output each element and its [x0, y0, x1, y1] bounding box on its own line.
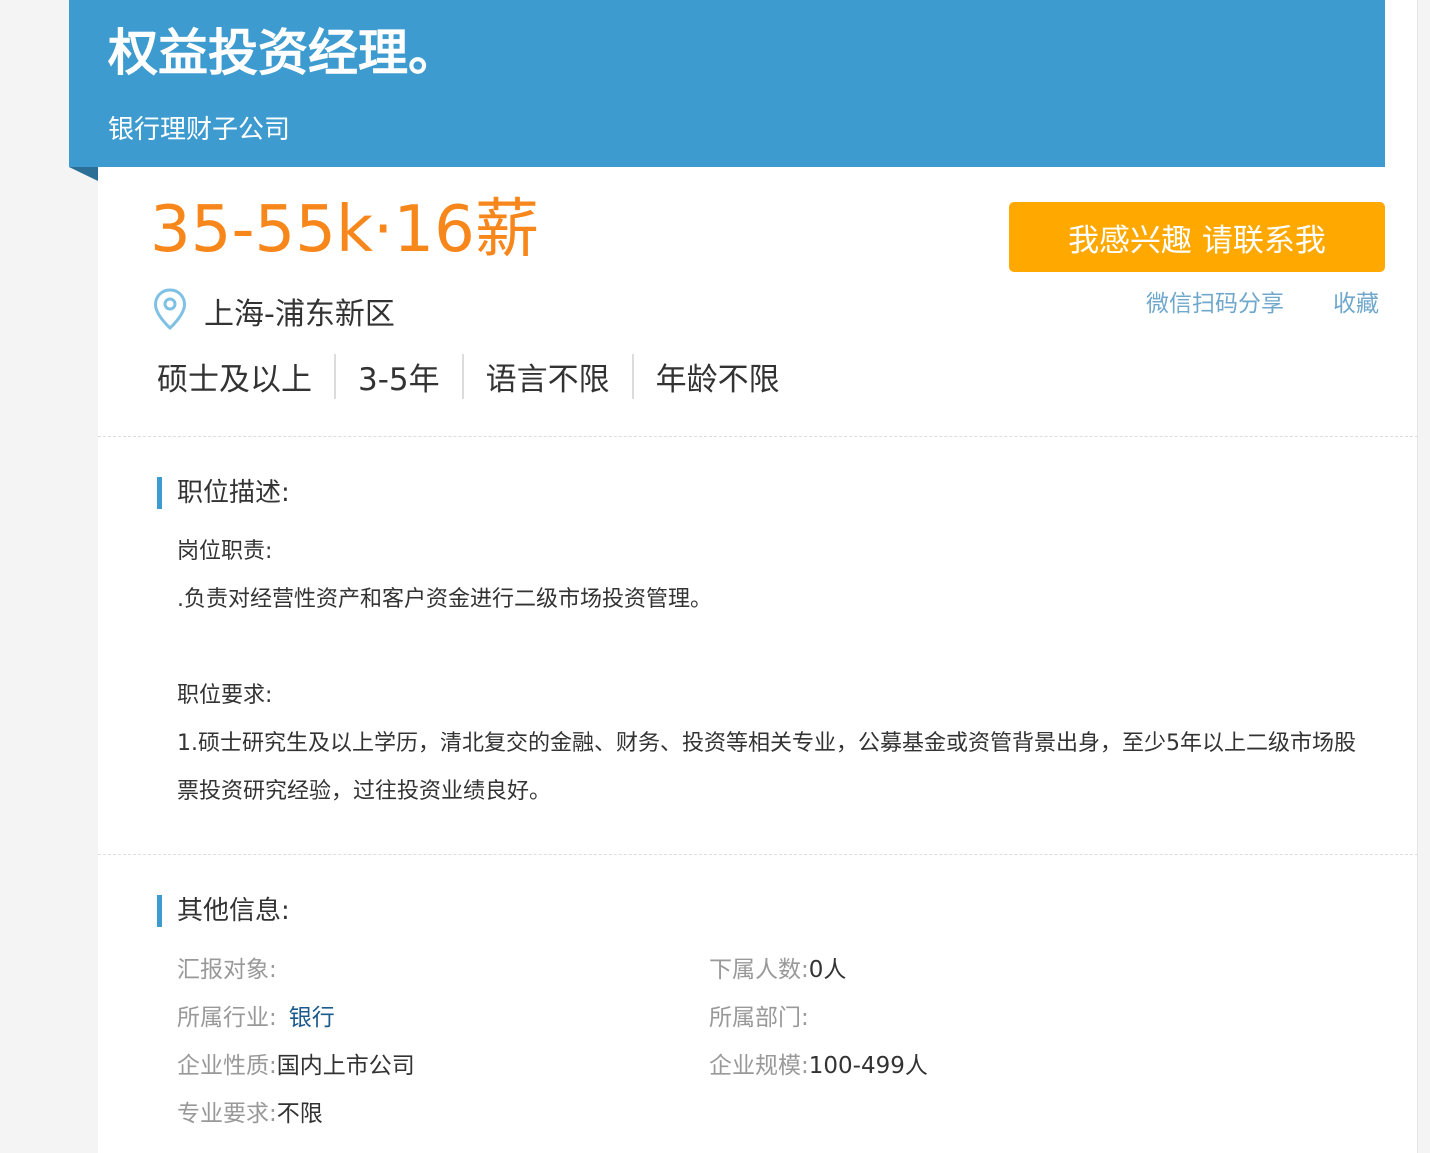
location-text: 上海-浦东新区	[204, 297, 395, 332]
description-line: .负责对经营性资产和客户资金进行二级市场投资管理。	[177, 587, 712, 612]
tag-experience: 3-5年	[334, 353, 462, 399]
industry-label: 所属行业:	[177, 1005, 277, 1031]
tag-language: 语言不限	[461, 353, 632, 399]
salary: 35-55k·16薪	[150, 193, 539, 267]
section-divider	[98, 436, 1418, 437]
industry-link[interactable]: 银行	[289, 1005, 335, 1031]
favorite-link[interactable]: 收藏	[1333, 286, 1379, 322]
tag-age: 年龄不限	[631, 353, 802, 399]
job-title: 权益投资经理。	[108, 24, 458, 82]
contact-me-button[interactable]: 我感兴趣 请联系我	[1009, 202, 1385, 272]
company-scale-value: 100-499人	[808, 1053, 928, 1079]
company-nature-value: 国内上市公司	[276, 1053, 415, 1079]
job-description: 岗位职责: .负责对经营性资产和客户资金进行二级市场投资管理。 职位要求: 1.…	[177, 528, 1357, 816]
other-info-heading: 其他信息:	[157, 895, 290, 927]
location: 上海-浦东新区	[152, 288, 395, 334]
report-to-label: 汇报对象:	[177, 957, 277, 983]
company-name: 银行理财子公司	[108, 115, 291, 145]
job-description-heading: 职位描述:	[157, 477, 290, 509]
header-fold-decoration	[69, 167, 98, 181]
company-scale-label: 企业规模:	[709, 1053, 809, 1079]
subordinates-label: 下属人数:	[709, 957, 809, 983]
major-label: 专业要求:	[177, 1101, 277, 1127]
department-label: 所属部门:	[709, 1005, 809, 1031]
company-nature-label: 企业性质:	[177, 1053, 277, 1079]
tag-education: 硕士及以上	[157, 361, 312, 398]
map-pin-icon	[152, 287, 188, 335]
requirement-tags: 硕士及以上 3-5年 语言不限 年龄不限	[157, 353, 802, 399]
description-line: 职位要求:	[177, 683, 273, 708]
section-divider	[98, 854, 1418, 855]
major-value: 不限	[276, 1101, 323, 1127]
description-line	[177, 624, 1357, 672]
description-line: 1.硕士研究生及以上学历，清北复交的金融、财务、投资等相关专业，公募基金或资管背…	[177, 731, 1356, 804]
subordinates-value: 0人	[808, 957, 847, 983]
wechat-share-link[interactable]: 微信扫码分享	[1146, 286, 1284, 322]
description-line: 岗位职责:	[177, 539, 273, 564]
